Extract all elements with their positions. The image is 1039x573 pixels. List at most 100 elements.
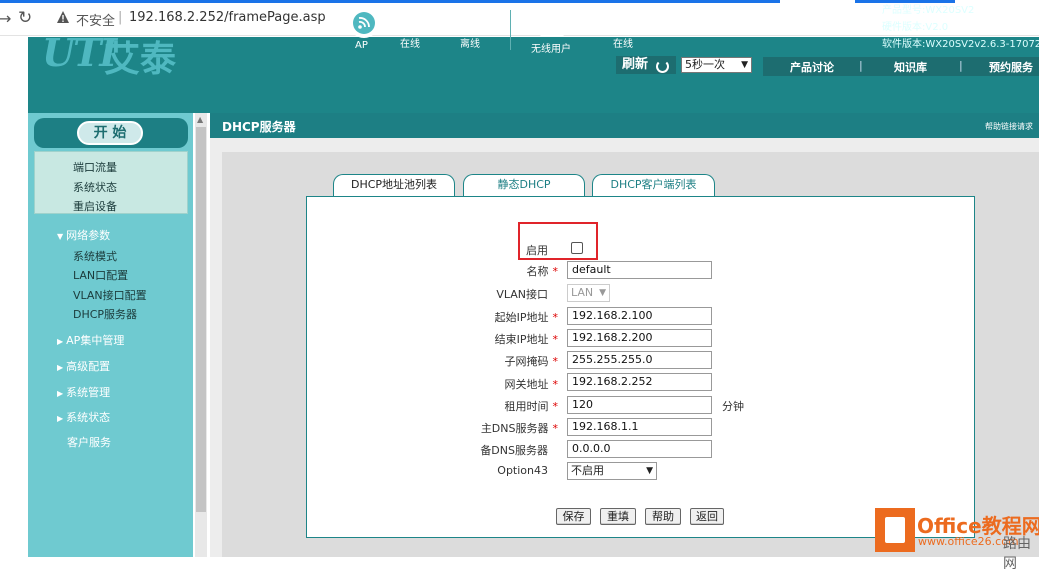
start-ip-label-text: 起始IP地址 <box>494 311 549 324</box>
scrollbar-thumb[interactable] <box>196 127 206 512</box>
nav-separator: | <box>959 59 963 72</box>
sidebar-group-network-label: 网络参数 <box>66 229 111 242</box>
active-tab-indicator <box>0 0 780 3</box>
logo-text: 艾泰 <box>104 39 177 80</box>
expanded-triangle-icon: ▼ <box>57 232 64 241</box>
product-info: 产品型号:WX20SV2 硬件版本:V2.0 软件版本:WX20SV2v2.6.… <box>882 2 1039 53</box>
wireless-users-label: 无线用户 <box>531 44 571 55</box>
nav-link-product-discussion[interactable]: 产品讨论 <box>790 59 834 75</box>
sidebar-item-dhcp-server[interactable]: DHCP服务器 <box>73 306 137 322</box>
sidebar-item-customer-service[interactable]: 客户服务 <box>67 434 111 450</box>
sidebar-item-port-traffic[interactable]: 端口流量 <box>73 159 117 175</box>
sidebar-item-reboot[interactable]: 重启设备 <box>73 198 117 214</box>
ap-online-count: 2 <box>403 9 417 33</box>
required-mark: * <box>552 333 559 346</box>
lease-time-label-text: 租用时间 <box>504 400 549 413</box>
reset-button[interactable]: 重填 <box>600 508 636 525</box>
refresh-interval-select[interactable]: 5秒一次 ▼ <box>681 57 752 73</box>
reload-icon[interactable]: ↻ <box>18 8 32 28</box>
end-ip-field[interactable]: 192.168.2.200 <box>567 329 712 347</box>
name-label-text: 名称 <box>526 265 549 278</box>
sidebar-group-advanced[interactable]: ▶ 高级配置 <box>57 358 110 374</box>
sidebar-item-system-mode[interactable]: 系统模式 <box>73 248 117 264</box>
url-separator: | <box>118 10 123 25</box>
vlan-value: LAN <box>571 286 594 299</box>
collapsed-triangle-icon: ▶ <box>57 337 64 346</box>
nav-link-knowledge-base[interactable]: 知识库 <box>894 59 927 75</box>
main-titlebar <box>210 113 1039 138</box>
collapsed-triangle-icon: ▶ <box>57 363 64 372</box>
sidebar-group-network[interactable]: ▼ 网络参数 <box>57 227 110 243</box>
refresh-icon[interactable] <box>656 60 669 73</box>
help-button[interactable]: 帮助 <box>645 508 681 525</box>
sidebar-group-label: 高级配置 <box>66 360 111 373</box>
subnet-mask-label-text: 子网掩码 <box>504 355 549 368</box>
warning-icon[interactable] <box>56 10 70 24</box>
product-model: 产品型号:WX20SV2 <box>882 5 975 16</box>
primary-dns-label-text: 主DNS服务器 <box>480 422 549 435</box>
required-mark: * <box>552 311 559 324</box>
enable-label: 启用 <box>526 244 548 257</box>
vlan-label: VLAN接口 <box>496 288 548 301</box>
name-label: 名称 * <box>458 263 559 279</box>
forward-arrow-icon[interactable]: → <box>0 9 11 28</box>
tab-dhcp-pool-list[interactable]: DHCP地址池列表 <box>333 174 455 197</box>
watermark-door-icon <box>885 517 905 543</box>
name-field[interactable]: default <box>567 261 712 279</box>
required-mark: * <box>552 265 559 278</box>
ap-icon <box>349 8 379 38</box>
lease-time-field[interactable]: 120 <box>567 396 712 414</box>
chevron-down-icon: ▼ <box>599 288 606 298</box>
ap-offline-stat: 0 离线 <box>458 9 482 50</box>
required-mark: * <box>552 422 559 435</box>
secondary-dns-field[interactable]: 0.0.0.0 <box>567 440 712 458</box>
tab-static-dhcp[interactable]: 静态DHCP <box>463 174 585 196</box>
primary-dns-field[interactable]: 192.168.1.1 <box>567 418 712 436</box>
enable-checkbox[interactable] <box>571 242 583 254</box>
help-link[interactable]: 帮助链接请求 <box>985 121 1033 132</box>
security-label[interactable]: 不安全 <box>76 10 115 29</box>
nav-separator: | <box>859 59 863 72</box>
sidebar-group-system-status[interactable]: ▶ 系统状态 <box>57 409 110 425</box>
sidebar-item-vlan-config[interactable]: VLAN接口配置 <box>73 287 147 303</box>
wireless-users-icon <box>532 11 572 36</box>
subnet-mask-field[interactable]: 255.255.255.0 <box>567 351 712 369</box>
sidebar-group-label: 系统管理 <box>66 386 111 399</box>
sidebar-item-system-status[interactable]: 系统状态 <box>73 179 117 195</box>
chevron-down-icon: ▼ <box>741 60 748 70</box>
top-nav: 产品讨论 | 知识库 | 预约服务 <box>763 57 1039 76</box>
address-bar[interactable]: 192.168.2.252/framePage.asp <box>129 10 326 25</box>
ap-label: AP <box>355 40 368 51</box>
lease-time-label: 租用时间 * <box>458 398 559 414</box>
ap-offline-count: 0 <box>463 9 477 33</box>
users-online-count: 4 <box>616 9 630 33</box>
back-button[interactable]: 返回 <box>690 508 724 525</box>
ap-online-stat: 2 在线 <box>398 9 422 50</box>
primary-dns-label: 主DNS服务器 * <box>458 420 558 436</box>
vlan-select: LAN ▼ <box>567 284 610 302</box>
start-button[interactable]: 开 始 <box>77 121 143 145</box>
sidebar-item-lan-config[interactable]: LAN口配置 <box>73 267 128 283</box>
sidebar-group-ap-management[interactable]: ▶ AP集中管理 <box>57 332 124 348</box>
start-ip-label: 起始IP地址 * <box>458 309 558 325</box>
nav-link-book-service[interactable]: 预约服务 <box>989 59 1033 75</box>
sidebar-scrollbar[interactable]: ▲ <box>195 113 207 557</box>
required-mark: * <box>552 355 559 368</box>
collapsed-triangle-icon: ▶ <box>57 414 64 423</box>
refresh-label: 刷新 <box>622 57 649 72</box>
tab-dhcp-client-list[interactable]: DHCP客户端列表 <box>592 174 715 196</box>
users-online-label: 在线 <box>613 39 633 50</box>
start-ip-field[interactable]: 192.168.2.100 <box>567 307 712 325</box>
ap-offline-label: 离线 <box>460 39 480 50</box>
scroll-up-icon[interactable]: ▲ <box>197 115 203 124</box>
option43-value: 不启用 <box>571 464 604 477</box>
option43-select[interactable]: 不启用 ▼ <box>567 462 657 480</box>
sidebar-group-system-management[interactable]: ▶ 系统管理 <box>57 384 110 400</box>
save-button[interactable]: 保存 <box>556 508 591 525</box>
required-mark: * <box>552 400 559 413</box>
watermark-corner: 路由网 <box>1003 536 1031 572</box>
gateway-label: 网关地址 * <box>458 376 559 392</box>
gateway-field[interactable]: 192.168.2.252 <box>567 373 712 391</box>
lease-unit: 分钟 <box>722 400 744 413</box>
required-mark: * <box>552 378 559 391</box>
